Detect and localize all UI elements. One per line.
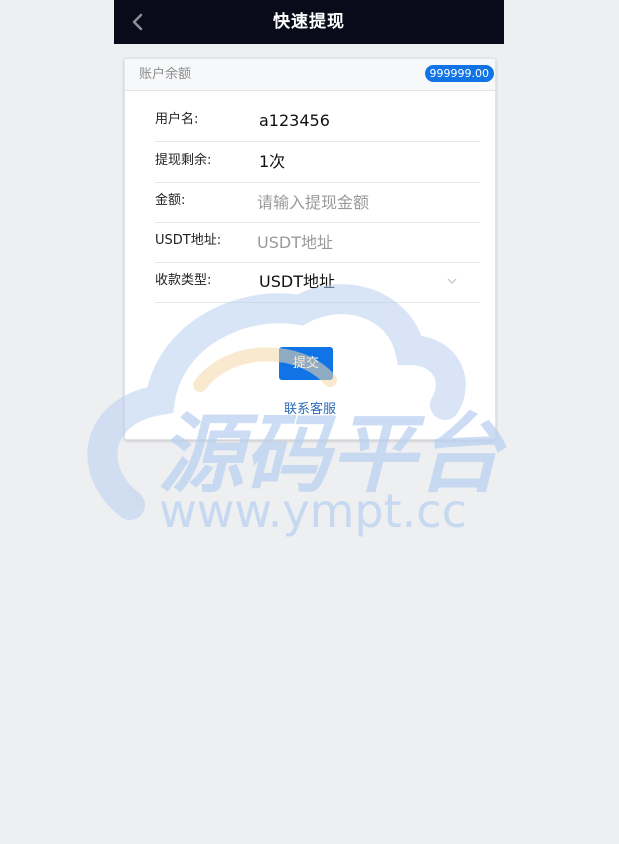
payment-type-row: 收款类型: USDT地址 xyxy=(155,262,480,303)
usdt-address-label: USDT地址: xyxy=(155,233,222,248)
remaining-label: 提现剩余: xyxy=(155,153,212,168)
amount-input[interactable] xyxy=(257,190,472,214)
username-value: a123456 xyxy=(259,111,330,130)
usdt-address-row: USDT地址: xyxy=(155,222,480,263)
chevron-down-icon xyxy=(447,278,457,284)
amount-label: 金额: xyxy=(155,193,186,208)
page-title: 快速提现 xyxy=(273,12,345,32)
remaining-value: 1次 xyxy=(259,152,286,171)
username-row: 用户名: a123456 xyxy=(155,101,480,142)
payment-type-label: 收款类型: xyxy=(155,273,212,288)
username-label: 用户名: xyxy=(155,112,199,127)
contact-support-link[interactable]: 联系客服 xyxy=(125,398,495,417)
payment-type-value: USDT地址 xyxy=(259,272,335,291)
submit-button[interactable]: 提交 xyxy=(279,347,333,380)
amount-row: 金额: xyxy=(155,182,480,223)
payment-type-select[interactable]: USDT地址 xyxy=(257,262,480,302)
remaining-row: 提现剩余: 1次 xyxy=(155,142,480,183)
balance-badge: 999999.00 xyxy=(424,65,494,82)
app-screen: 快速提现 账户余额 999999.00 用户名: a123456 提现剩余: 1… xyxy=(114,0,504,844)
usdt-address-input[interactable] xyxy=(257,230,472,254)
top-nav-bar: 快速提现 xyxy=(114,0,504,44)
withdraw-card: 账户余额 999999.00 用户名: a123456 提现剩余: 1次 金额:… xyxy=(124,58,496,440)
balance-label: 账户余额 xyxy=(139,67,192,82)
balance-header: 账户余额 999999.00 xyxy=(125,59,495,91)
